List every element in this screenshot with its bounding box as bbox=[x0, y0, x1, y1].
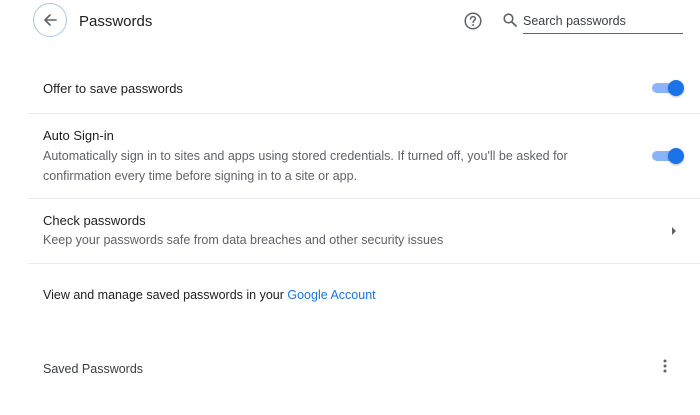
check-passwords-description: Keep your passwords safe from data breac… bbox=[43, 233, 444, 247]
auto-signin-label: Auto Sign-in bbox=[43, 128, 114, 143]
auto-signin-toggle[interactable] bbox=[652, 148, 684, 164]
check-passwords-row[interactable]: Check passwords Keep your passwords safe… bbox=[28, 199, 700, 263]
offer-to-save-row: Offer to save passwords bbox=[28, 64, 700, 113]
more-vert-icon[interactable] bbox=[660, 358, 670, 374]
saved-passwords-title: Saved Passwords bbox=[43, 362, 144, 376]
auto-signin-row: Auto Sign-in Automatically sign in to si… bbox=[28, 114, 700, 198]
page-title: Passwords bbox=[79, 13, 153, 30]
offer-to-save-toggle[interactable] bbox=[652, 80, 684, 96]
saved-passwords-header: Saved Passwords bbox=[28, 362, 700, 382]
divider bbox=[28, 263, 700, 264]
check-passwords-label: Check passwords bbox=[43, 213, 146, 228]
offer-to-save-label: Offer to save passwords bbox=[43, 81, 183, 96]
search-icon bbox=[503, 13, 517, 27]
arrow-back-icon bbox=[44, 14, 57, 26]
search-input[interactable] bbox=[523, 9, 683, 34]
help-icon[interactable] bbox=[464, 12, 482, 30]
manage-passwords-row: View and manage saved passwords in your … bbox=[28, 288, 700, 308]
page-header: Passwords bbox=[0, 0, 700, 44]
manage-passwords-prefix: View and manage saved passwords in your bbox=[43, 288, 288, 302]
back-button[interactable] bbox=[33, 3, 67, 37]
google-account-link[interactable]: Google Account bbox=[287, 288, 375, 302]
chevron-right-icon bbox=[672, 227, 676, 235]
manage-passwords-text: View and manage saved passwords in your … bbox=[43, 288, 376, 302]
auto-signin-description: Automatically sign in to sites and apps … bbox=[43, 149, 568, 183]
